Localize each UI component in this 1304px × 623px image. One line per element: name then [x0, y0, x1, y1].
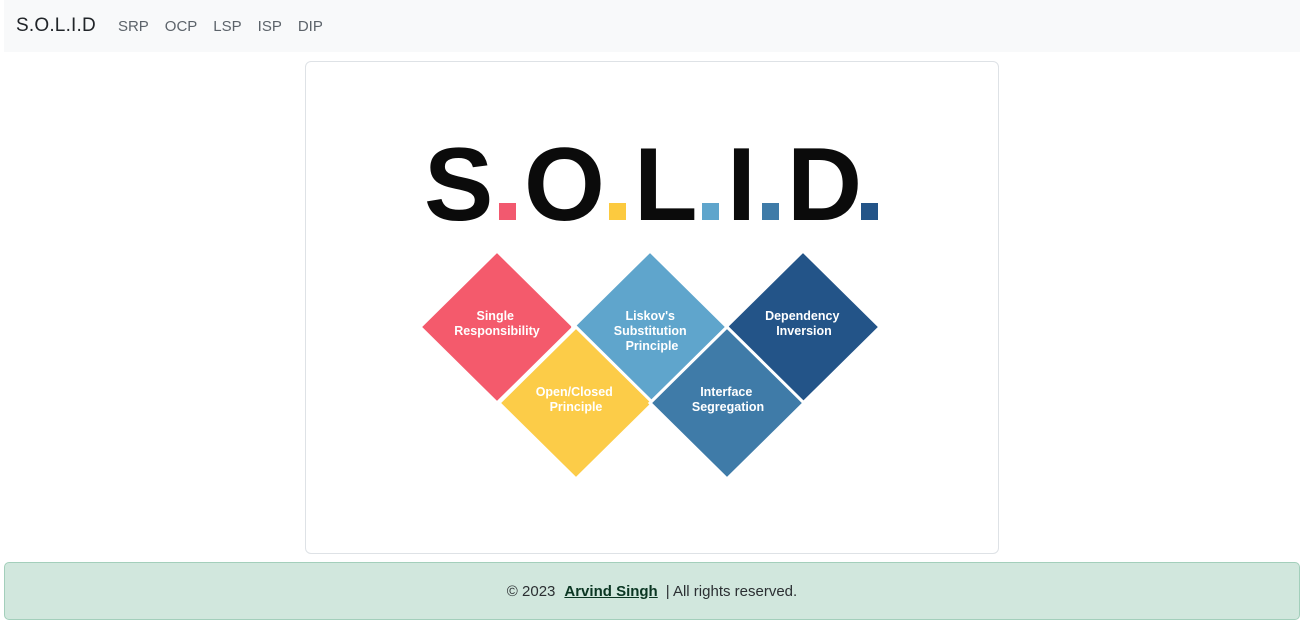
footer-rights: | All rights reserved.: [665, 582, 798, 600]
nav-link-isp[interactable]: ISP: [258, 18, 282, 35]
solid-illustration: S O L I D Single Responsibility Liskov's…: [417, 127, 883, 482]
navbar-brand[interactable]: S.O.L.I.D: [16, 15, 96, 37]
footer-author-link[interactable]: Arvind Singh: [564, 583, 657, 600]
footer: © 2023 Arvind Singh | All rights reserve…: [4, 562, 1300, 620]
label-dependency-inversion: Dependency Inversion: [765, 309, 843, 338]
footer-copyright: © 2023: [506, 582, 556, 600]
nav-link-srp[interactable]: SRP: [118, 18, 149, 35]
logo-dot-4: [762, 203, 779, 220]
logo-letter-d: D: [787, 127, 862, 243]
logo-letter-l: L: [634, 127, 698, 243]
logo-letter-s: S: [424, 127, 493, 243]
label-interface-segregation: Interface Segregation: [692, 385, 764, 414]
logo-dot-1: [499, 203, 516, 220]
logo-dot-5: [861, 203, 878, 220]
solid-image-card: S O L I D Single Responsibility Liskov's…: [305, 61, 999, 554]
nav-link-ocp[interactable]: OCP: [165, 18, 198, 35]
logo-dot-3: [702, 203, 719, 220]
logo-dot-2: [609, 203, 626, 220]
logo-letter-i: I: [727, 127, 756, 243]
nav-link-lsp[interactable]: LSP: [213, 18, 241, 35]
logo-letter-o: O: [524, 127, 605, 243]
nav-link-dip[interactable]: DIP: [298, 18, 323, 35]
top-navbar: S.O.L.I.D SRP OCP LSP ISP DIP: [4, 0, 1300, 52]
